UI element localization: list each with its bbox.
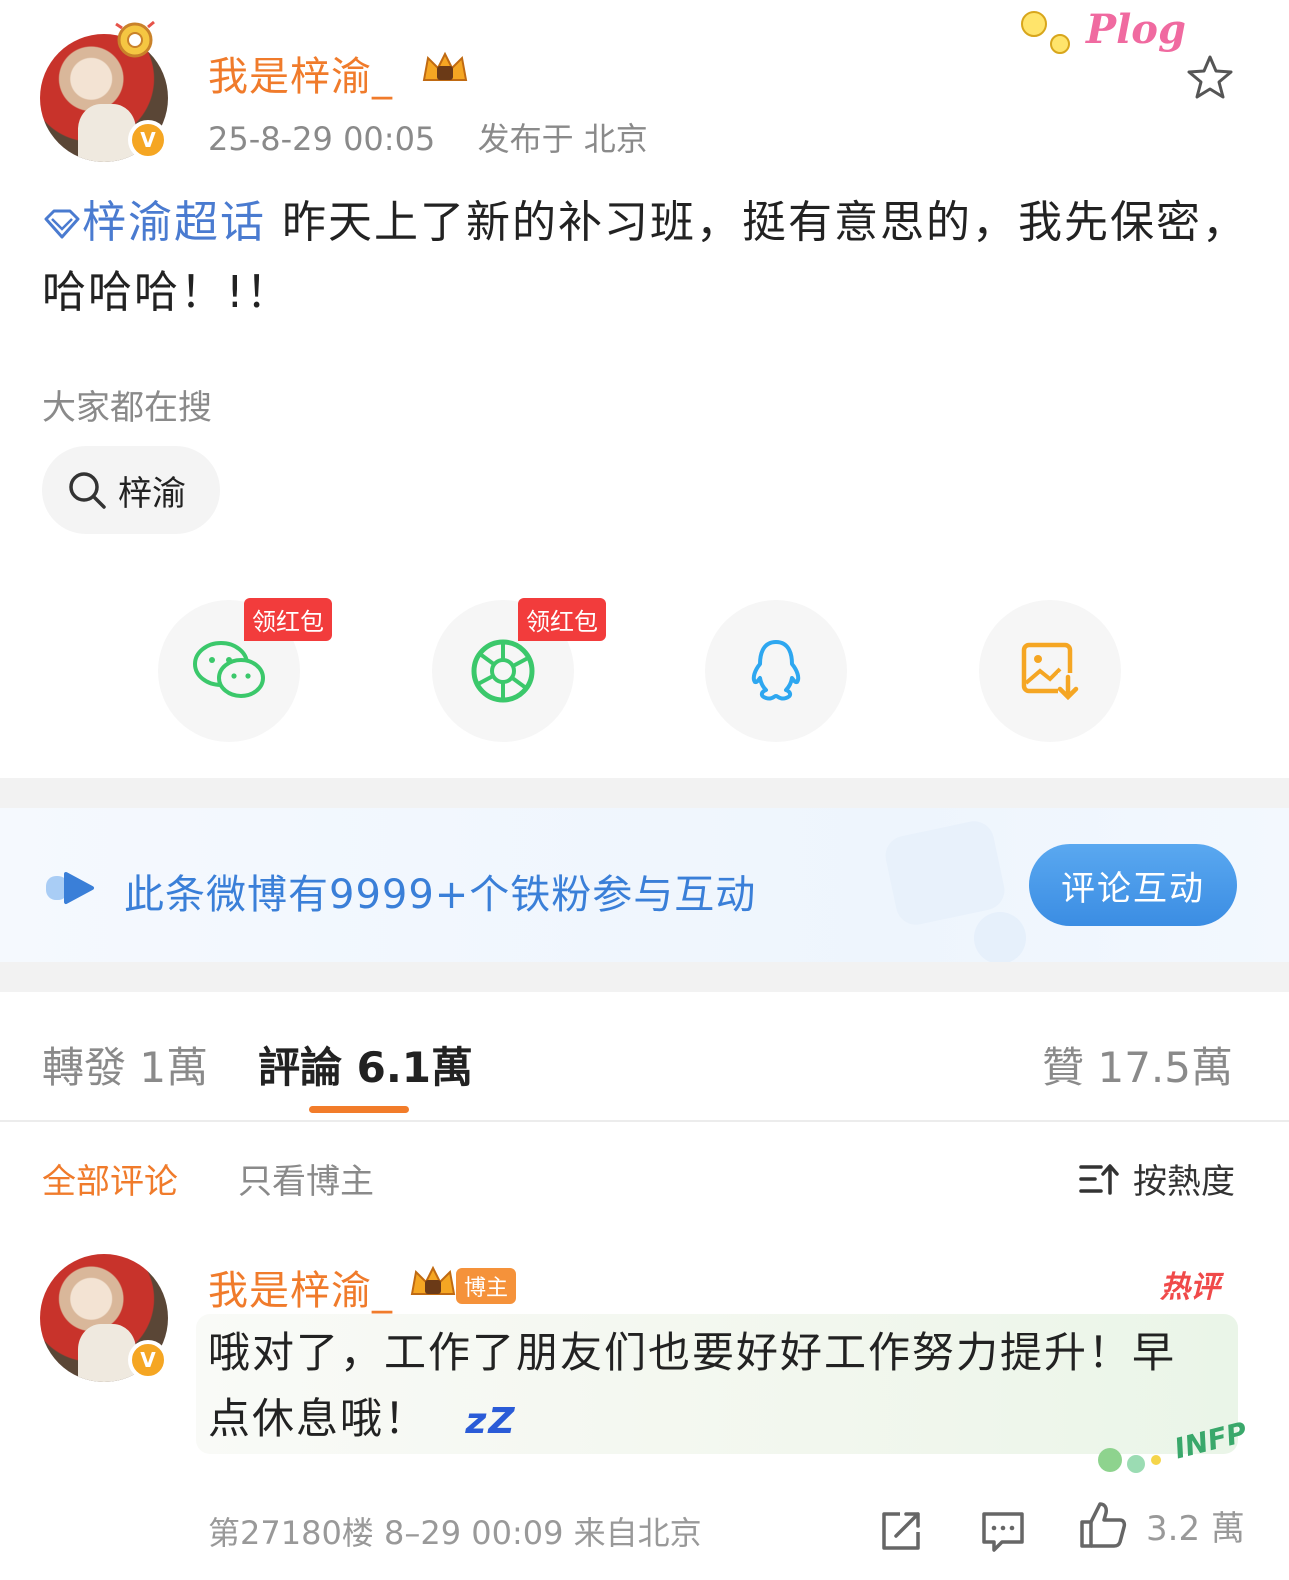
share-qq-button[interactable] <box>705 600 847 742</box>
comment-text: 哦对了，工作了朋友们也要好好工作努力提升！早点休息哦！ zZ <box>208 1320 1218 1455</box>
comment-crown-badge-icon <box>410 1265 456 1295</box>
author-badge: 博主 <box>456 1268 517 1304</box>
plog-sticker-text: Plog <box>1086 6 1186 53</box>
comment-verified-badge-icon: V <box>128 1340 168 1380</box>
infp-decoration-icon <box>1098 1448 1161 1473</box>
like-count: 3.2 萬 <box>1146 1508 1245 1549</box>
save-image-button[interactable] <box>979 600 1121 742</box>
share-moments-redpacket-tag: 领红包 <box>518 598 606 641</box>
sort-icon <box>1079 1163 1119 1195</box>
search-icon <box>69 472 106 509</box>
post-meta: 25-8-29 00:05 发布于 北京 <box>208 114 648 160</box>
topic-link[interactable]: 梓渝超话 <box>42 197 266 248</box>
fan-arrow-icon <box>46 872 94 904</box>
reply-comment-icon[interactable] <box>980 1508 1026 1554</box>
comment-interact-button[interactable]: 评论互动 <box>1029 844 1237 926</box>
section-separator-2 <box>0 962 1289 992</box>
comment-body: 哦对了，工作了朋友们也要好好工作努力提升！早点休息哦！ <box>208 1328 1177 1443</box>
tab-likes[interactable]: 贊 17.5萬 <box>1042 1034 1233 1095</box>
search-chip[interactable]: 梓渝 <box>42 446 220 534</box>
filter-all-comments[interactable]: 全部评论 <box>42 1154 178 1203</box>
verified-badge-icon: V <box>128 120 168 160</box>
post-author-name[interactable]: 我是梓渝_ <box>208 44 393 102</box>
search-chip-label: 梓渝 <box>118 473 186 514</box>
wechat-icon <box>193 641 265 698</box>
post-body: 梓渝超话 昨天上了新的补习班，挺有意思的，我先保密，哈哈哈！!！ <box>42 188 1262 328</box>
topic-text[interactable]: 梓渝超话 <box>82 197 266 248</box>
filter-author-only[interactable]: 只看博主 <box>238 1154 374 1203</box>
share-comment-icon[interactable] <box>878 1508 924 1554</box>
sort-by-hot-button[interactable]: 按熱度 <box>1079 1154 1235 1203</box>
like-comment-button[interactable]: 3.2 萬 <box>1078 1500 1245 1550</box>
qq-icon <box>751 640 801 701</box>
save-image-icon <box>1021 642 1080 701</box>
tabs-divider <box>0 1120 1289 1122</box>
zzz-emoji: zZ <box>465 1401 517 1442</box>
section-separator <box>0 778 1289 808</box>
post-location: 发布于 北京 <box>477 120 648 158</box>
comment-floor-meta: 第27180楼 8–29 00:09 来自北京 <box>208 1514 702 1552</box>
plog-sticker: Plog <box>1010 0 1190 70</box>
infp-sticker: INFP <box>1090 1410 1260 1480</box>
tab-comments[interactable]: 評論 6.1萬 <box>258 1034 473 1095</box>
moments-icon <box>471 639 535 703</box>
fan-banner-text: 此条微博有9999+个铁粉参与互动 <box>124 872 757 918</box>
comment-author-name[interactable]: 我是梓渝_ <box>208 1258 393 1316</box>
tab-reposts[interactable]: 轉發 1萬 <box>42 1034 208 1095</box>
infp-sticker-text: INFP <box>1171 1415 1251 1466</box>
fan-banner-decoration <box>885 821 1026 962</box>
avatar-pendant-icon <box>115 20 155 58</box>
hot-comment-badge: 热评 <box>1160 1270 1220 1305</box>
post-timestamp: 25-8-29 00:05 <box>208 120 436 158</box>
share-wechat-redpacket-tag: 领红包 <box>244 598 332 641</box>
favorite-star-icon[interactable] <box>1186 54 1234 100</box>
sort-label: 按熱度 <box>1133 1162 1235 1202</box>
crown-badge-icon <box>422 51 468 81</box>
search-section-label: 大家都在搜 <box>42 388 212 428</box>
tab-active-indicator <box>309 1106 409 1113</box>
diamond-icon <box>44 209 80 239</box>
fan-interaction-banner: 此条微博有9999+个铁粉参与互动 评论互动 <box>0 808 1289 962</box>
thumbs-up-icon <box>1080 1502 1127 1548</box>
